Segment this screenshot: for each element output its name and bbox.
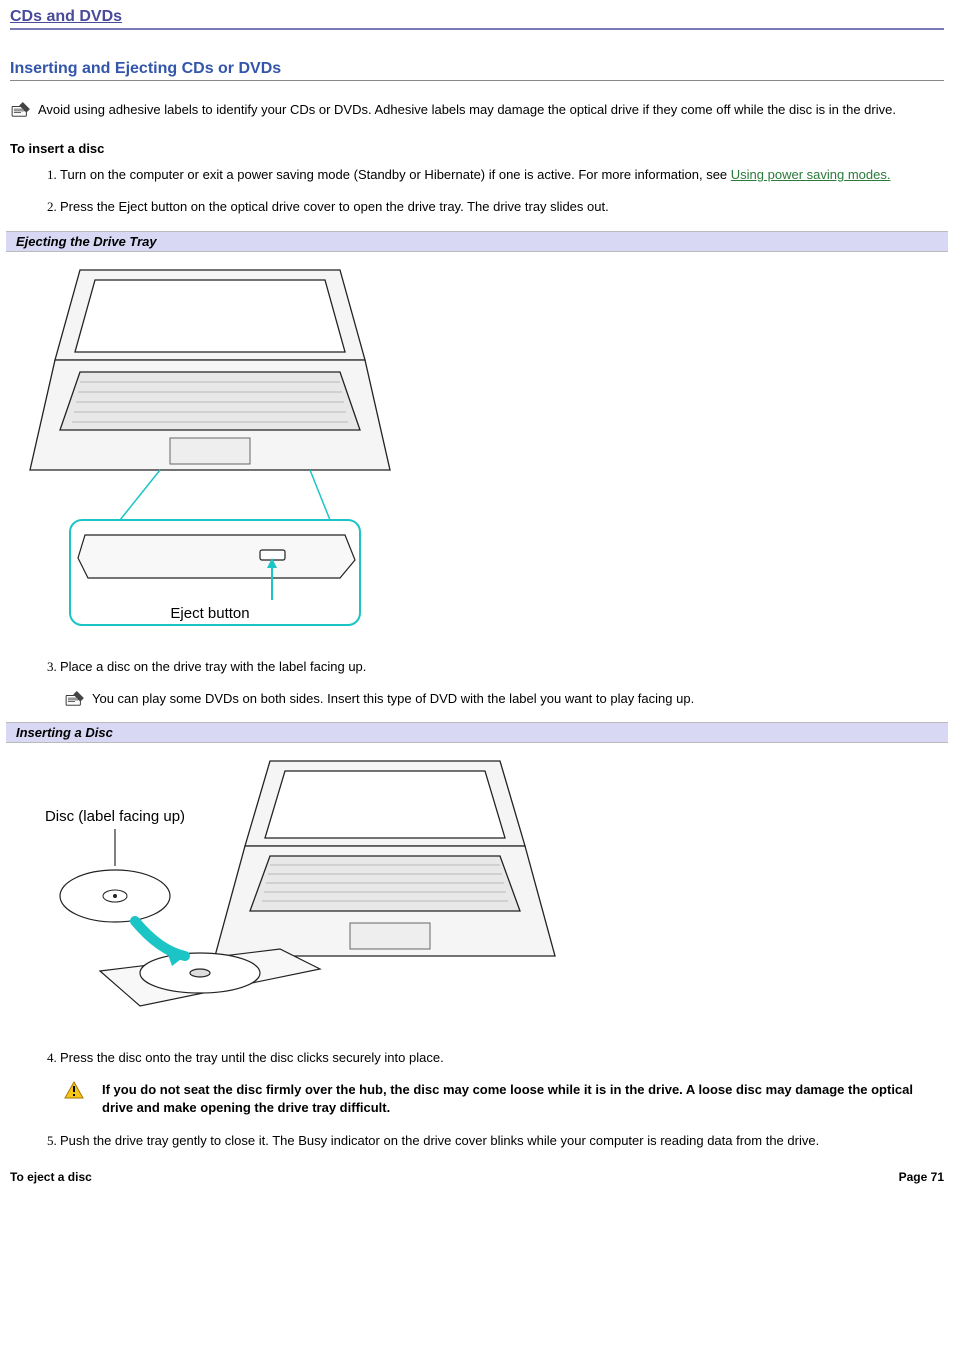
step-3: Place a disc on the drive tray with the … [60, 658, 944, 708]
step-3-note: You can play some DVDs on both sides. In… [64, 690, 944, 708]
disc-label: Disc (label facing up) [45, 808, 185, 825]
figure-ejecting-tray: Eject button [10, 252, 944, 658]
page-number: Page 71 [899, 1170, 944, 1184]
figure-caption-inserting: Inserting a Disc [6, 722, 948, 743]
step-1: Turn on the computer or exit a power sav… [60, 166, 944, 184]
step-5: Push the drive tray gently to close it. … [60, 1132, 944, 1150]
steps-list: Turn on the computer or exit a power sav… [10, 166, 944, 216]
step-1-text: Turn on the computer or exit a power sav… [60, 167, 731, 182]
pencil-note-icon [10, 102, 32, 118]
page-footer: To eject a disc Page 71 [10, 1170, 944, 1184]
step-2: Press the Eject button on the optical dr… [60, 198, 944, 216]
warning-icon [64, 1081, 84, 1099]
steps-list-cont2: Press the disc onto the tray until the d… [10, 1049, 944, 1150]
eject-button-label: Eject button [170, 605, 249, 622]
section-heading: Inserting and Ejecting CDs or DVDs [10, 60, 944, 81]
figure-inserting-disc: Disc (label facing up) [10, 743, 944, 1049]
step-4-warning: If you do not seat the disc firmly over … [64, 1081, 944, 1117]
note-block: Avoid using adhesive labels to identify … [10, 101, 944, 119]
eject-heading: To eject a disc [10, 1170, 92, 1184]
step-4: Press the disc onto the tray until the d… [60, 1049, 944, 1118]
page-title: CDs and DVDs [10, 8, 944, 30]
pencil-note-icon [64, 691, 86, 707]
insert-heading: To insert a disc [10, 141, 944, 156]
power-saving-link[interactable]: Using power saving modes. [731, 167, 891, 182]
steps-list-cont: Place a disc on the drive tray with the … [10, 658, 944, 708]
step-4-warning-text: If you do not seat the disc firmly over … [102, 1081, 944, 1117]
note-text: Avoid using adhesive labels to identify … [38, 101, 896, 119]
step-3-text: Place a disc on the drive tray with the … [60, 659, 366, 674]
step-3-note-text: You can play some DVDs on both sides. In… [92, 690, 694, 708]
figure-caption-ejecting: Ejecting the Drive Tray [6, 231, 948, 252]
step-4-text: Press the disc onto the tray until the d… [60, 1050, 444, 1065]
